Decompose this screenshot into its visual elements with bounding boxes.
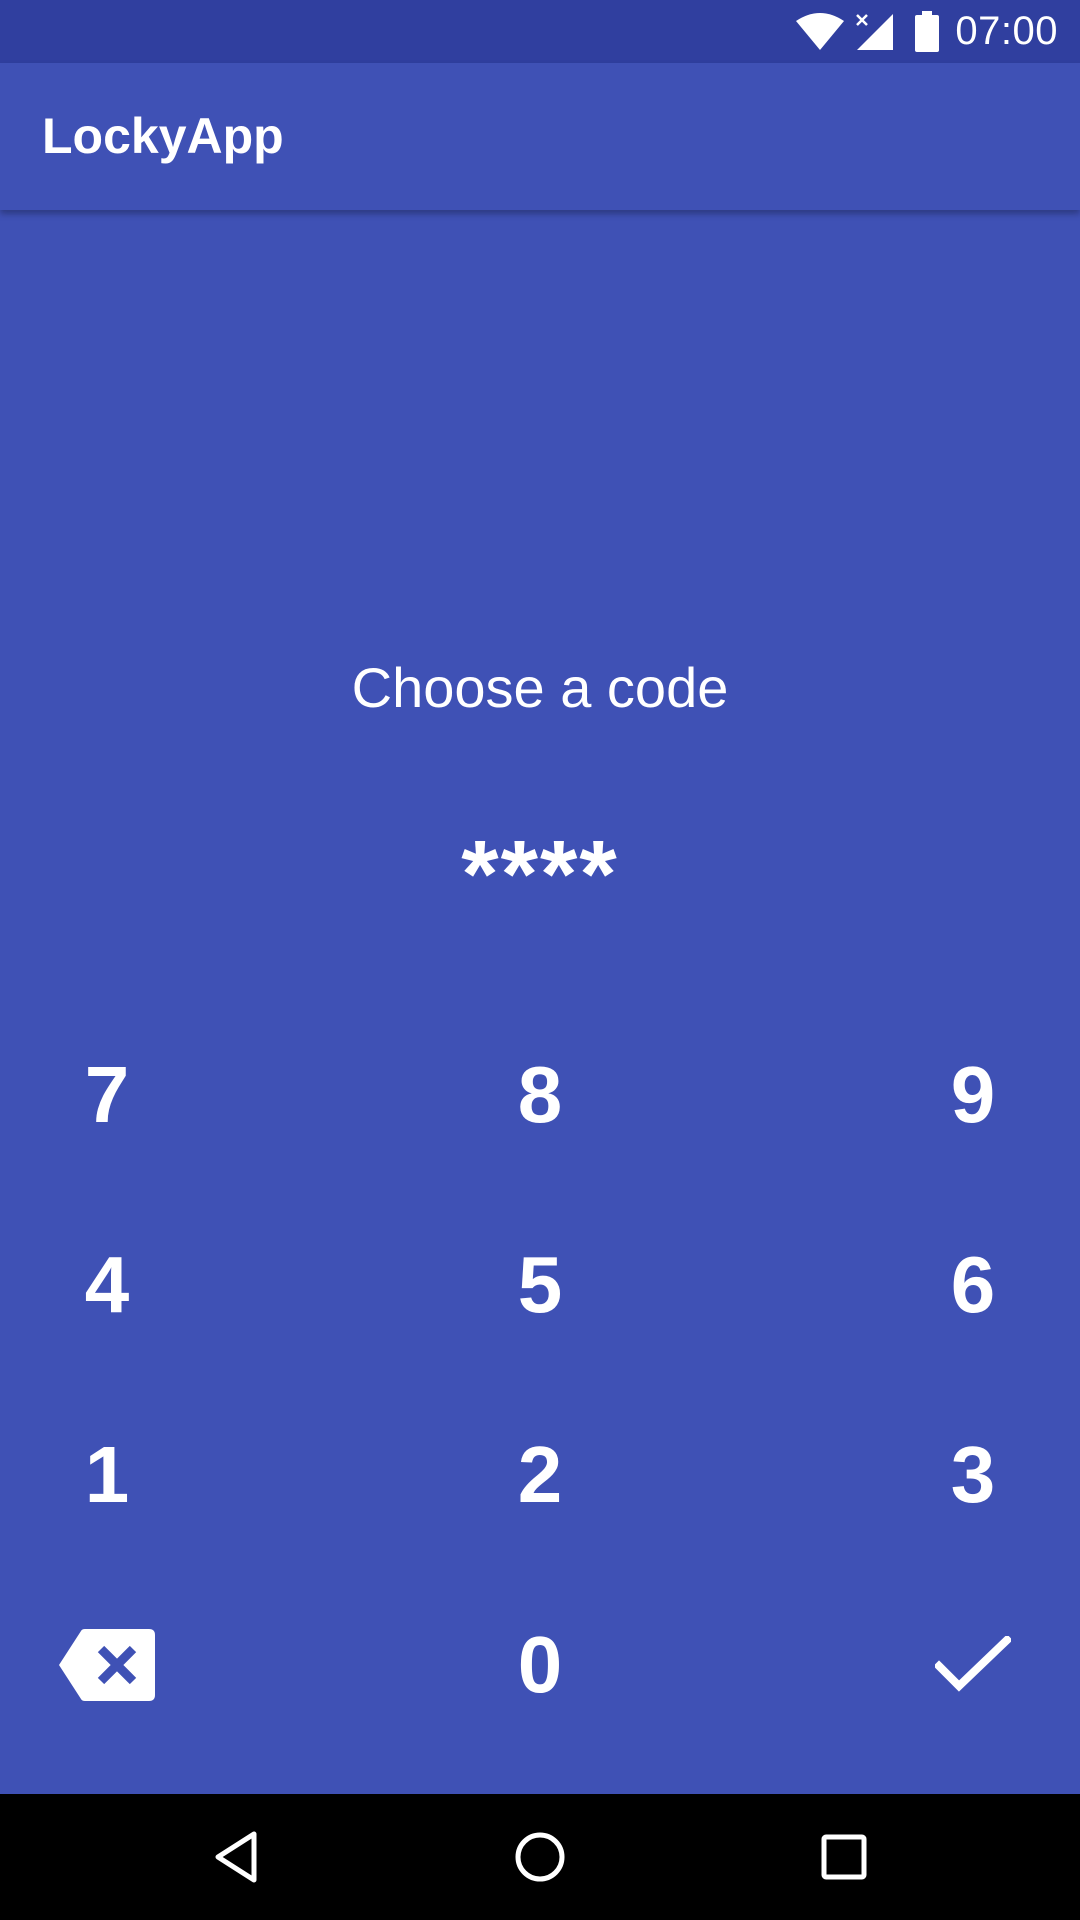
key-0[interactable]: 0 — [360, 1570, 720, 1760]
key-3[interactable]: 3 — [720, 1380, 1080, 1570]
key-9[interactable]: 9 — [720, 1000, 1080, 1190]
key-label: 1 — [84, 1430, 130, 1519]
back-icon — [215, 1831, 257, 1883]
backspace-button[interactable] — [0, 1570, 360, 1760]
key-7[interactable]: 7 — [0, 1000, 360, 1190]
key-5[interactable]: 5 — [360, 1190, 720, 1380]
key-8[interactable]: 8 — [360, 1000, 720, 1190]
home-button[interactable] — [450, 1794, 630, 1920]
backspace-icon — [59, 1629, 155, 1701]
wifi-icon — [796, 12, 845, 50]
confirm-button[interactable] — [720, 1570, 1080, 1760]
recents-icon — [821, 1834, 867, 1880]
app-bar: LockyApp — [0, 63, 1080, 210]
key-1[interactable]: 1 — [0, 1380, 360, 1570]
nav-bar — [0, 1794, 1080, 1920]
checkmark-icon — [935, 1636, 1011, 1692]
prompt-text: Choose a code — [351, 656, 729, 719]
app-title: LockyApp — [42, 108, 284, 164]
key-label: 4 — [84, 1240, 130, 1329]
key-label: 5 — [517, 1240, 563, 1329]
status-bar: 07:00 — [0, 0, 1080, 63]
battery-icon — [915, 10, 940, 52]
home-icon — [515, 1832, 565, 1882]
key-label: 3 — [950, 1430, 996, 1519]
status-icons: 07:00 — [795, 0, 1058, 63]
recents-button[interactable] — [754, 1794, 934, 1920]
key-label: 9 — [950, 1050, 996, 1139]
no-signal-icon — [856, 13, 894, 50]
back-button[interactable] — [146, 1794, 326, 1920]
key-label: 2 — [517, 1430, 563, 1519]
key-label: 6 — [950, 1240, 996, 1329]
key-2[interactable]: 2 — [360, 1380, 720, 1570]
key-label: 7 — [84, 1050, 130, 1139]
key-label: 0 — [517, 1620, 563, 1709]
keypad: 7 8 9 4 5 6 1 2 3 0 — [0, 1000, 1080, 1760]
status-time: 07:00 — [955, 9, 1058, 53]
key-6[interactable]: 6 — [720, 1190, 1080, 1380]
screen: 07:00 LockyApp Choose a code **** 7 8 9 … — [0, 0, 1080, 1920]
code-display: **** — [461, 821, 619, 928]
key-4[interactable]: 4 — [0, 1190, 360, 1380]
key-label: 8 — [517, 1050, 563, 1139]
